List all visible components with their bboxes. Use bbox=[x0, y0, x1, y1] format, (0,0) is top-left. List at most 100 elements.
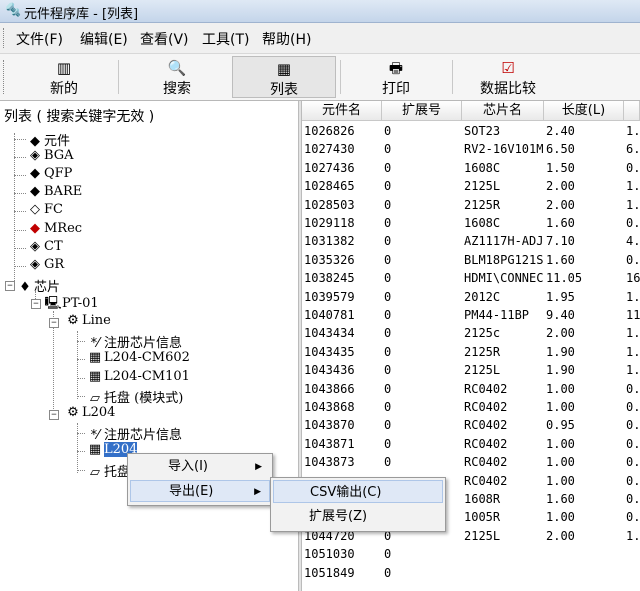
cell-width[interactable]: 4. bbox=[626, 232, 640, 250]
cell-chip[interactable]: 2012C bbox=[464, 288, 546, 306]
cell-chip[interactable] bbox=[464, 564, 546, 582]
compare-button[interactable]: ☑ 数据比较 bbox=[456, 56, 560, 98]
cell-width[interactable]: 0. bbox=[626, 251, 640, 269]
tree-item-qfp[interactable]: ◆ QFP bbox=[26, 166, 72, 184]
cell-ext[interactable]: 0 bbox=[384, 398, 462, 416]
cell-ext[interactable]: 0 bbox=[384, 196, 462, 214]
cell-name[interactable]: 1043436 bbox=[304, 361, 382, 379]
cell-width[interactable]: 1. bbox=[626, 527, 640, 545]
cell-name[interactable]: 1043868 bbox=[304, 398, 382, 416]
cell-name[interactable]: 1043873 bbox=[304, 453, 382, 471]
cell-width[interactable]: 1. bbox=[626, 177, 640, 195]
cell-width[interactable]: 6. bbox=[626, 140, 640, 158]
cell-chip[interactable]: RC0402 bbox=[464, 398, 546, 416]
cell-width[interactable]: 0. bbox=[626, 508, 640, 526]
cell-chip[interactable]: 2125R bbox=[464, 343, 546, 361]
menu-file[interactable]: 文件(F) bbox=[16, 29, 63, 49]
cell-length[interactable]: 6.50 bbox=[546, 140, 624, 158]
cell-length[interactable]: 9.40 bbox=[546, 306, 624, 324]
cell-name[interactable]: 1027430 bbox=[304, 140, 382, 158]
tree-item-tray-2[interactable]: ▱ 托盘 bbox=[86, 461, 130, 480]
cell-width[interactable]: 0. bbox=[626, 214, 640, 232]
tree-item-tray-1[interactable]: ▱ 托盘 (模块式) bbox=[86, 387, 183, 406]
cell-ext[interactable]: 0 bbox=[384, 435, 462, 453]
cell-length[interactable]: 2.00 bbox=[546, 177, 624, 195]
cell-width[interactable]: 0. bbox=[626, 380, 640, 398]
tree-item-ct[interactable]: ◈ CT bbox=[26, 239, 63, 257]
cell-length[interactable]: 0.95 bbox=[546, 416, 624, 434]
tree-item-l204-cm602[interactable]: ▦ L204-CM602 bbox=[86, 350, 190, 368]
cell-length[interactable]: 1.60 bbox=[546, 251, 624, 269]
cell-name[interactable]: 1043434 bbox=[304, 324, 382, 342]
cell-name[interactable]: 1039579 bbox=[304, 288, 382, 306]
cell-chip[interactable]: RV2-16V101M bbox=[464, 140, 546, 158]
tree-item-l204[interactable]: ⚙ L204 bbox=[64, 405, 115, 423]
cell-name[interactable]: 1043870 bbox=[304, 416, 382, 434]
cell-width[interactable] bbox=[626, 545, 640, 563]
tree-item-reg-info-2[interactable]: *⁄ 注册芯片信息 bbox=[86, 424, 182, 443]
column-header-name[interactable]: 元件名 bbox=[302, 101, 382, 121]
cell-width[interactable]: 11 bbox=[626, 306, 640, 324]
cell-length[interactable]: 2.00 bbox=[546, 324, 624, 342]
cell-name[interactable]: 1038245 bbox=[304, 269, 382, 287]
search-button[interactable]: 🔍 搜索 bbox=[124, 56, 230, 98]
cell-width[interactable]: 0. bbox=[626, 490, 640, 508]
menu-edit[interactable]: 编辑(E) bbox=[80, 29, 128, 49]
cell-chip[interactable]: PM44-11BP bbox=[464, 306, 546, 324]
cell-width[interactable]: 0. bbox=[626, 453, 640, 471]
tree-item-line[interactable]: ⚙ Line bbox=[64, 313, 111, 331]
import-menu-item[interactable]: 导入(I) ▶ bbox=[130, 456, 270, 478]
cell-length[interactable]: 7.10 bbox=[546, 232, 624, 250]
cell-length[interactable]: 1.90 bbox=[546, 343, 624, 361]
column-header-width[interactable] bbox=[624, 101, 640, 121]
csv-output-item[interactable]: CSV输出(C) bbox=[273, 480, 443, 503]
cell-length[interactable] bbox=[546, 564, 624, 582]
chip-expander[interactable]: − bbox=[5, 281, 15, 291]
cell-width[interactable]: 1. bbox=[626, 122, 640, 140]
cell-width[interactable]: 1. bbox=[626, 324, 640, 342]
cell-chip[interactable]: 2125L bbox=[464, 361, 546, 379]
cell-length[interactable] bbox=[546, 545, 624, 563]
line-expander[interactable]: − bbox=[49, 318, 59, 328]
cell-ext[interactable]: 0 bbox=[384, 159, 462, 177]
cell-chip[interactable]: RC0402 bbox=[464, 416, 546, 434]
cell-name[interactable]: 1043871 bbox=[304, 435, 382, 453]
cell-chip[interactable]: HDMI\CONNEC bbox=[464, 269, 546, 287]
cell-ext[interactable]: 0 bbox=[384, 453, 462, 471]
cell-ext[interactable]: 0 bbox=[384, 251, 462, 269]
cell-chip[interactable]: RC0402 bbox=[464, 472, 546, 490]
cell-name[interactable]: 1026826 bbox=[304, 122, 382, 140]
tree-item-bga[interactable]: ◈ BGA bbox=[26, 148, 74, 166]
cell-chip[interactable]: 2125L bbox=[464, 527, 546, 545]
pt01-expander[interactable]: − bbox=[31, 299, 41, 309]
cell-width[interactable]: 16 bbox=[626, 269, 640, 287]
cell-length[interactable]: 2.00 bbox=[546, 196, 624, 214]
tree-item-component[interactable]: ◆ 元件 bbox=[26, 130, 70, 149]
l204-expander[interactable]: − bbox=[49, 410, 59, 420]
cell-ext[interactable]: 0 bbox=[384, 306, 462, 324]
tree-item-chip[interactable]: ♦ 芯片 bbox=[16, 276, 60, 295]
tree-item-l204-cm101[interactable]: ▦ L204-CM101 bbox=[86, 369, 190, 387]
tree-item-mrec[interactable]: ◆ MRec bbox=[26, 221, 82, 239]
cell-ext[interactable]: 0 bbox=[384, 416, 462, 434]
cell-width[interactable]: 0. bbox=[626, 472, 640, 490]
cell-length[interactable]: 1.00 bbox=[546, 398, 624, 416]
column-header-length[interactable]: 长度(L) bbox=[544, 101, 624, 121]
cell-length[interactable]: 1.90 bbox=[546, 361, 624, 379]
menu-help[interactable]: 帮助(H) bbox=[262, 29, 311, 49]
cell-length[interactable]: 2.40 bbox=[546, 122, 624, 140]
cell-chip[interactable]: 1608C bbox=[464, 214, 546, 232]
cell-length[interactable]: 1.95 bbox=[546, 288, 624, 306]
cell-name[interactable]: 1051030 bbox=[304, 545, 382, 563]
cell-chip[interactable] bbox=[464, 545, 546, 563]
tree-item-gr[interactable]: ◈ GR bbox=[26, 257, 64, 275]
menu-tools[interactable]: 工具(T) bbox=[202, 29, 249, 49]
cell-chip[interactable]: 1608C bbox=[464, 159, 546, 177]
extension-number-item[interactable]: 扩展号(Z) bbox=[273, 505, 443, 528]
cell-name[interactable]: 1035326 bbox=[304, 251, 382, 269]
cell-chip[interactable]: RC0402 bbox=[464, 435, 546, 453]
cell-name[interactable]: 1043435 bbox=[304, 343, 382, 361]
cell-name[interactable]: 1040781 bbox=[304, 306, 382, 324]
cell-chip[interactable]: RC0402 bbox=[464, 380, 546, 398]
cell-ext[interactable]: 0 bbox=[384, 140, 462, 158]
